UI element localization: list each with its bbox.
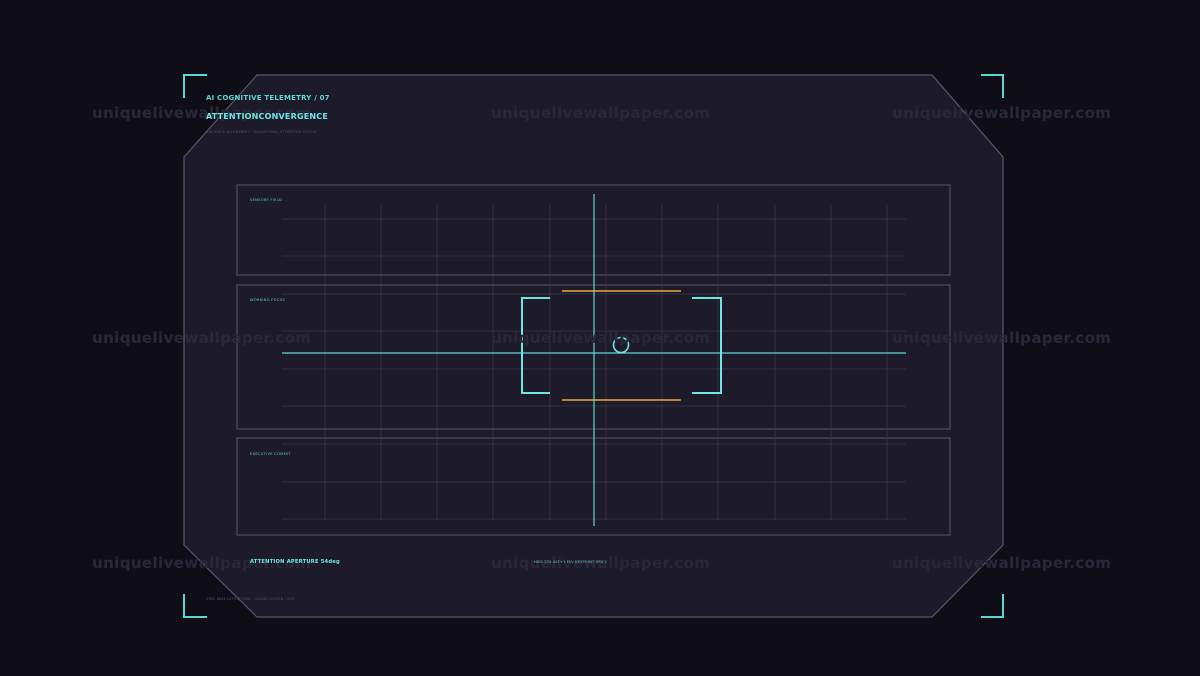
corner-bracket-top-right [981, 74, 1004, 98]
telemetry-kicker: AI COGNITIVE TELEMETRY / 07 [206, 94, 330, 102]
page-subtitle: SALIENCE ALIGNMENT · SIGNATURAL ATTENTIO… [206, 130, 317, 134]
lane-label-working: WORKING FOCUS [250, 298, 286, 302]
lane-label-executive: EXECUTIVE COMMIT [250, 452, 291, 456]
attention-aperture-readout: ATTENTION APERTURE 54deg [250, 559, 340, 565]
corner-bracket-top-left [183, 74, 207, 98]
lane-label-sensory: SENSORY FIELD [250, 198, 283, 202]
corner-bracket-bottom-left [183, 594, 207, 618]
hud-canvas [183, 74, 1004, 618]
status-footnote: SYNC BASE LATTICE REAL · SIGNAL LOCKED ·… [206, 597, 295, 601]
page-title: ATTENTIONCONVERGENCE [206, 112, 329, 121]
telemetry-readout: HDG 274 ALT+1 ELV KEYPOINT SRV 1 [534, 560, 608, 564]
corner-bracket-bottom-right [981, 594, 1004, 618]
